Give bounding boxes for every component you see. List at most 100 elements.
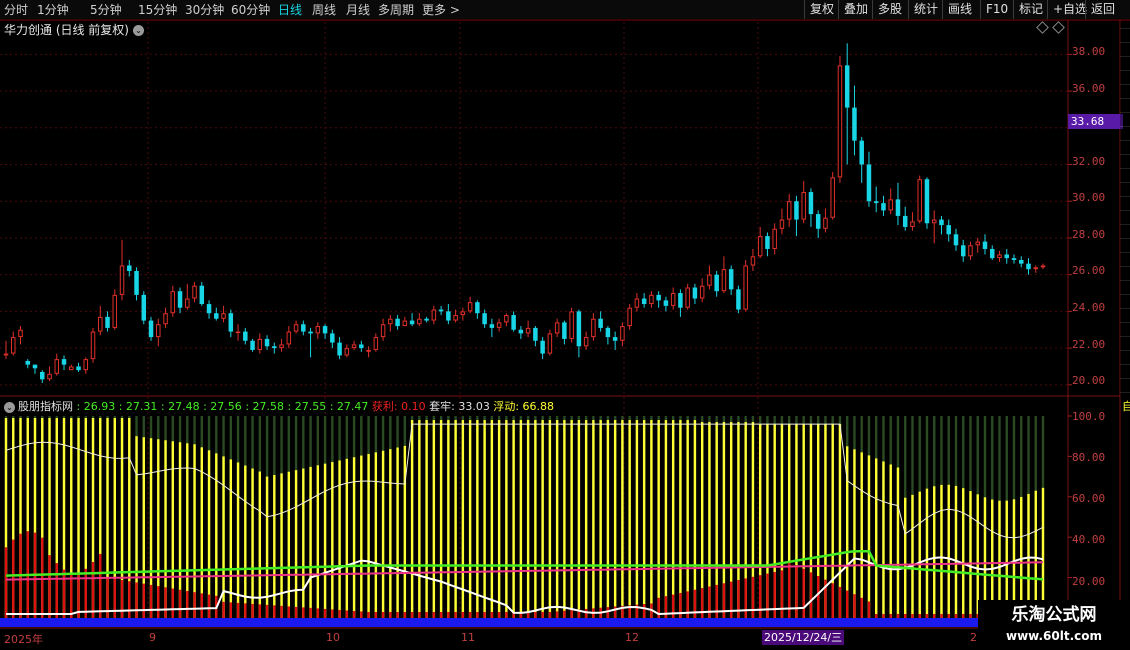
float-bar — [555, 420, 559, 618]
profit-bar — [454, 611, 457, 618]
candle-body — [409, 320, 415, 325]
float-bar — [447, 420, 450, 618]
profit-bar — [505, 611, 508, 618]
candle-body — [707, 274, 712, 286]
profit-bar — [367, 611, 370, 618]
candle-body — [279, 344, 284, 349]
profit-bar — [853, 594, 856, 618]
chart-canvas[interactable] — [0, 0, 1130, 650]
float-bar — [200, 447, 203, 618]
profit-bar — [744, 578, 747, 618]
indicator-tick: 100.0 — [1072, 410, 1106, 423]
candle-body — [910, 221, 915, 227]
candle-body — [47, 373, 52, 380]
indicator-value: : 27.47 — [329, 400, 369, 413]
candle-body — [489, 324, 495, 328]
candle-body — [351, 344, 357, 349]
candle-body — [395, 318, 400, 327]
candle-body — [982, 241, 988, 249]
profit-bar — [149, 584, 153, 618]
float-bar — [309, 466, 312, 618]
float-bar — [302, 468, 305, 618]
float-bar — [483, 420, 486, 618]
profit-bar — [193, 592, 196, 618]
chevron-down-icon[interactable]: ⌄ — [4, 401, 15, 413]
candle-body — [112, 294, 118, 328]
profit-bar — [693, 589, 697, 618]
float-bar — [664, 420, 668, 618]
float-bar — [215, 453, 218, 618]
candle-body — [815, 214, 821, 229]
price-tick: 22.00 — [1072, 338, 1106, 351]
candle-body — [627, 307, 632, 327]
profit-bar — [816, 575, 820, 618]
float-label: 浮动: 66.88 — [493, 400, 555, 413]
profit-bar — [809, 572, 813, 618]
candle-body — [177, 291, 183, 308]
float-bar — [671, 420, 675, 618]
float-bar — [875, 458, 878, 618]
profit-bar — [461, 611, 465, 618]
profit-bar — [606, 607, 610, 618]
profit-bar — [686, 591, 689, 618]
trapped-line — [5, 423, 1044, 539]
float-bar — [476, 420, 479, 618]
float-bar — [889, 464, 892, 618]
candle-body — [148, 320, 154, 338]
float-bar — [853, 449, 856, 618]
candle-body — [946, 225, 951, 235]
profit-bar — [838, 586, 842, 618]
profit-bar — [802, 568, 805, 618]
candle-body — [330, 333, 335, 343]
candle-body — [859, 140, 864, 165]
profit-bar — [280, 605, 283, 618]
candle-body — [293, 324, 299, 332]
float-bar — [628, 420, 631, 618]
float-bar — [505, 420, 508, 618]
candle-body — [40, 371, 45, 380]
volume-baseline — [0, 618, 978, 627]
stock-name-label: 华力创通 (日线 前复权) — [4, 23, 129, 37]
price-tick: 38.00 — [1072, 45, 1106, 58]
profit-bar — [128, 581, 131, 618]
candle-body — [170, 291, 176, 314]
float-bar — [679, 420, 682, 618]
candle-body — [641, 298, 647, 305]
float-bar — [613, 420, 617, 618]
profit-bar — [882, 613, 885, 618]
candle-body — [649, 294, 654, 305]
float-bar — [904, 497, 907, 618]
candle-body — [576, 311, 582, 347]
float-bar — [606, 420, 610, 618]
float-bar — [969, 491, 972, 618]
candle-body — [997, 254, 1002, 259]
candle-body — [779, 219, 785, 229]
profit-bar — [875, 613, 878, 618]
float-bar — [882, 461, 885, 618]
candle-body — [337, 342, 342, 356]
profit-bar — [846, 590, 849, 618]
candle-body — [721, 269, 727, 292]
candle-body — [670, 293, 676, 306]
float-bar — [534, 420, 537, 618]
chevron-down-icon[interactable]: ⌄ — [133, 25, 144, 36]
candle-body — [866, 164, 872, 202]
candle-body — [736, 289, 741, 310]
profit-bar — [954, 613, 958, 618]
float-bar — [526, 420, 530, 618]
profit-bar — [273, 605, 276, 618]
candle-body — [373, 337, 379, 350]
candle-body — [402, 320, 408, 327]
candle-body — [90, 331, 96, 360]
candle-body — [76, 366, 81, 371]
float-bar — [367, 453, 370, 618]
candle-body — [264, 338, 270, 347]
profit-bar — [4, 547, 8, 618]
indicator-value: : 27.56 — [203, 400, 242, 413]
profit-bar — [700, 588, 704, 618]
candle-body — [801, 192, 806, 220]
candle-body — [656, 294, 661, 301]
profit-bar — [867, 601, 871, 618]
float-bar — [584, 420, 588, 618]
float-bar — [244, 465, 247, 618]
